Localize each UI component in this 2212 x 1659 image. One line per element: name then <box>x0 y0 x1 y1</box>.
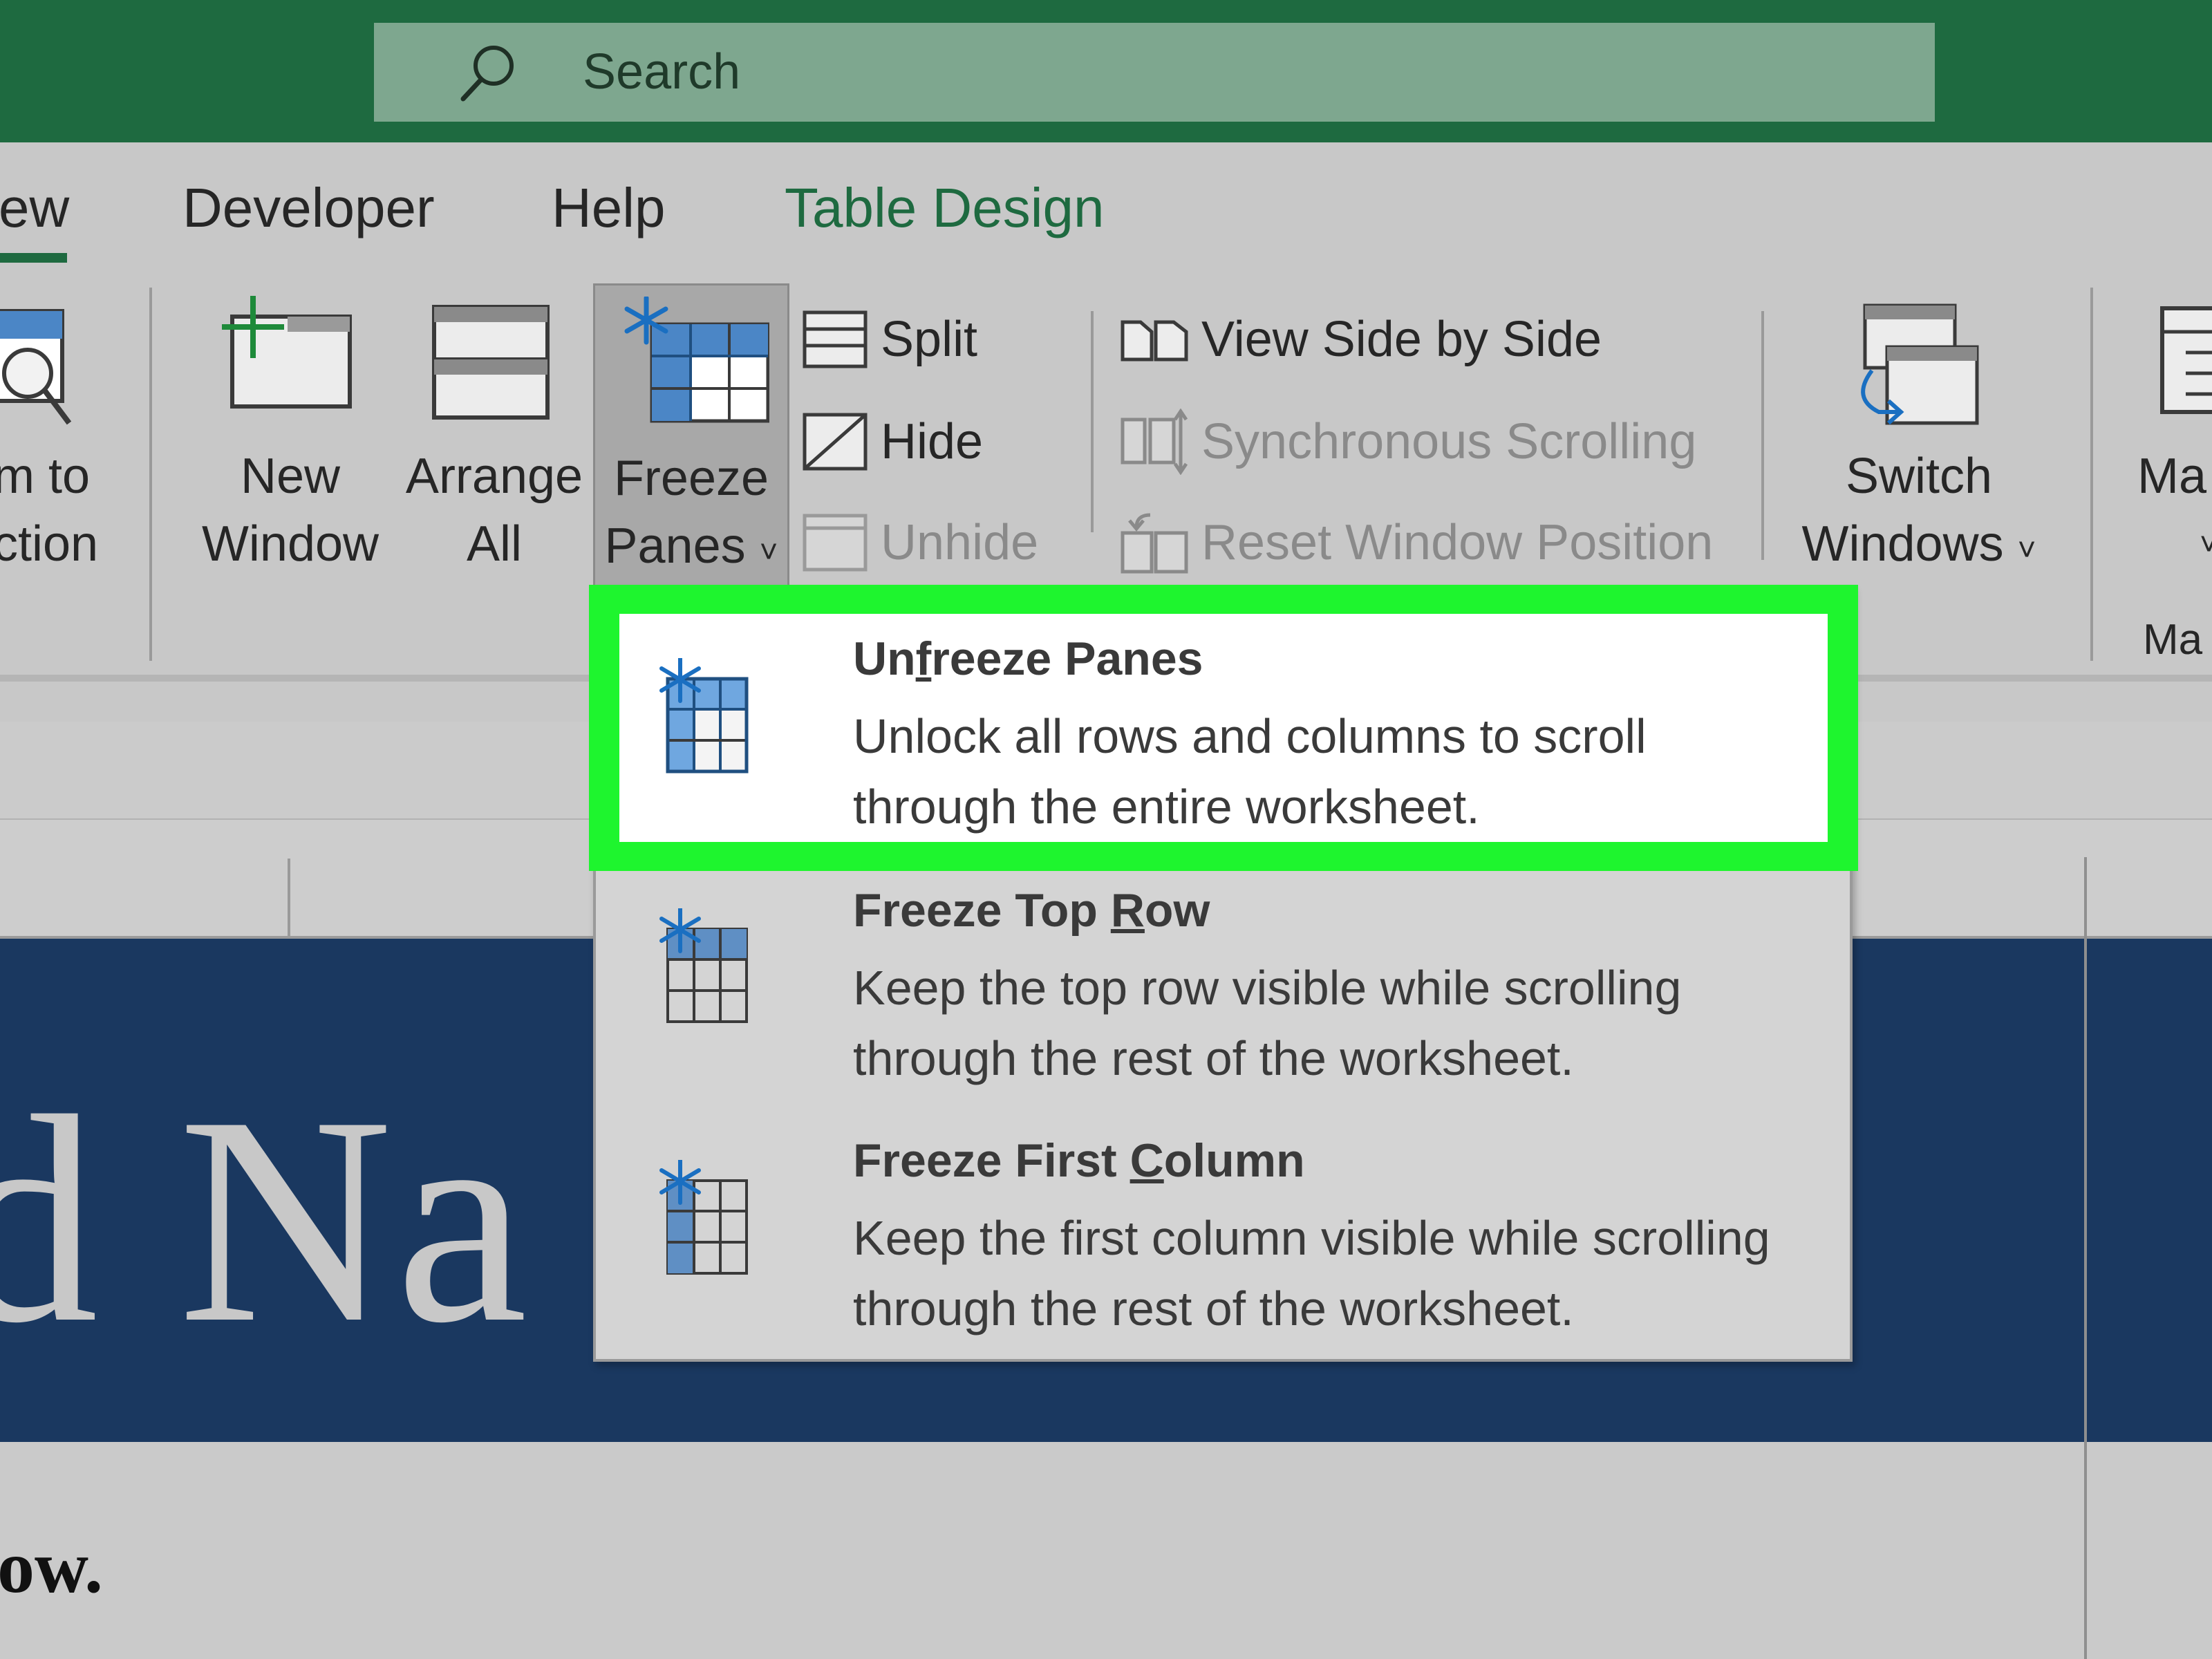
ribbon-divider <box>149 288 152 661</box>
zoom-to-selection-label-2: ction <box>0 516 99 572</box>
sheet-body: elow. <box>0 1442 2212 1659</box>
freeze-top-row-description: Keep the top row visible while scrolling… <box>853 961 1682 1085</box>
column-divider <box>288 859 290 936</box>
unfreeze-panes-description: Unlock all rows and columns to scroll th… <box>853 709 1647 834</box>
freeze-panes-icon <box>624 297 769 423</box>
unhide-button[interactable]: Unhide <box>802 505 1038 581</box>
split-button[interactable]: Split <box>802 301 977 377</box>
banner-title: rd Na <box>0 1056 531 1385</box>
zoom-to-selection-button[interactable]: m to ction <box>0 442 118 578</box>
synchronous-scrolling-label: Synchronous Scrolling <box>1201 414 1697 469</box>
switch-windows-label-2: Windows <box>1801 516 2004 572</box>
reset-window-position-button[interactable]: Reset Window Position <box>1120 505 1713 581</box>
search-placeholder: Search <box>583 44 741 100</box>
synchronous-scrolling-icon <box>1121 409 1188 475</box>
search-icon <box>460 46 514 102</box>
reset-window-position-label: Reset Window Position <box>1201 515 1714 570</box>
hide-button[interactable]: Hide <box>802 404 983 480</box>
tab-help[interactable]: Help <box>552 176 666 240</box>
macros-icon <box>2160 306 2212 414</box>
freeze-first-column-icon <box>659 1160 748 1275</box>
freeze-first-column-title: Freeze First Column <box>853 1134 1305 1187</box>
freeze-panes-label-1: Freeze <box>613 451 769 506</box>
chevron-down-icon: ˅ <box>759 534 778 570</box>
split-label: Split <box>881 312 978 367</box>
split-icon <box>803 310 868 368</box>
freeze-panes-label-2: Panes <box>604 518 746 574</box>
new-window-label-2: Window <box>201 516 379 572</box>
ribbon-divider <box>1761 311 1764 560</box>
macros-button[interactable]: Ma ˅ <box>2137 442 2212 578</box>
synchronous-scrolling-button[interactable]: Synchronous Scrolling <box>1120 404 1696 480</box>
arrange-all-icon <box>432 305 550 420</box>
new-window-button[interactable]: New Window <box>187 442 394 578</box>
freeze-top-row-icon <box>659 908 748 1023</box>
sheet-instruction-text: elow. <box>0 1526 103 1609</box>
title-bar: Search <box>0 0 2212 142</box>
arrange-all-label-1: Arrange <box>405 449 583 504</box>
hide-icon <box>803 413 868 471</box>
unhide-icon <box>803 514 868 572</box>
unhide-label: Unhide <box>881 515 1039 570</box>
arrange-all-label-2: All <box>466 516 522 572</box>
search-box[interactable]: Search <box>374 23 1935 122</box>
view-side-by-side-button[interactable]: View Side by Side <box>1120 301 1602 377</box>
unfreeze-panes-icon <box>659 658 749 774</box>
freeze-first-column-description: Keep the first column visible while scro… <box>853 1211 1770 1335</box>
arrange-all-button[interactable]: Arrange All <box>394 442 594 578</box>
switch-windows-button[interactable]: Switch Windows ˅ <box>1774 442 2064 583</box>
freeze-panes-button[interactable]: Freeze Panes ˅ <box>593 283 789 588</box>
sheet-vertical-line <box>2084 857 2087 1659</box>
zoom-to-selection-label-1: m to <box>0 449 91 504</box>
switch-windows-icon <box>1861 303 1979 425</box>
view-side-by-side-icon <box>1121 320 1188 362</box>
ribbon-divider <box>2090 288 2093 661</box>
chevron-down-icon: ˅ <box>2017 532 2036 568</box>
tab-table-design[interactable]: Table Design <box>785 176 1105 240</box>
unfreeze-panes-title: Unfreeze Panes <box>853 632 1203 685</box>
macros-group-label: Ma <box>2143 616 2203 664</box>
view-side-by-side-label: View Side by Side <box>1201 312 1602 367</box>
reset-window-position-icon <box>1121 513 1188 574</box>
ribbon-divider <box>1091 311 1094 532</box>
new-window-label-1: New <box>240 449 341 504</box>
tab-view[interactable]: ew <box>0 176 69 240</box>
hide-label: Hide <box>881 414 984 469</box>
tab-developer[interactable]: Developer <box>182 176 435 240</box>
switch-windows-label-1: Switch <box>1845 449 1993 504</box>
chevron-down-icon: ˅ <box>2200 526 2212 562</box>
freeze-panes-label: Freeze Panes ˅ <box>595 444 787 585</box>
active-tab-indicator <box>0 253 67 263</box>
zoom-to-selection-icon <box>0 309 72 425</box>
freeze-top-row-title: Freeze Top Row <box>853 884 1210 937</box>
macros-label: Ma <box>2137 449 2207 504</box>
new-window-icon <box>222 296 352 409</box>
